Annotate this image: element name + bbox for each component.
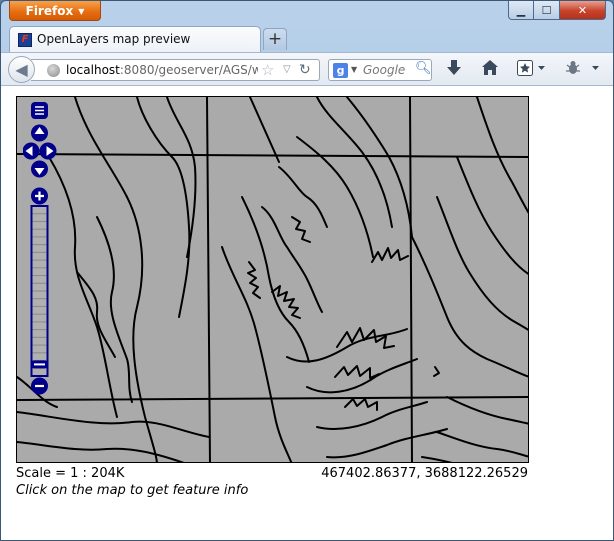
search-engine-dropdown-icon[interactable]: ▼: [351, 65, 357, 74]
globe-icon: [47, 64, 60, 77]
firefox-menu-button[interactable]: Firefox ▼: [9, 1, 101, 21]
zoom-slider-handle[interactable]: [30, 360, 49, 369]
zoom-in-button[interactable]: [31, 187, 48, 205]
star-icon[interactable]: ☆: [261, 61, 274, 79]
search-bar[interactable]: g ▼ Google 🔍︎: [328, 59, 432, 81]
search-engine-google-icon[interactable]: g: [333, 63, 348, 78]
bookmarks-menu-icon[interactable]: [517, 60, 547, 80]
map-controls: [23, 102, 57, 395]
browser-window: Firefox ▼ ▁ ☐ ✕ F OpenLayers map preview …: [0, 0, 614, 541]
layer-switcher-icon[interactable]: [31, 102, 48, 119]
feature-info-hint: Click on the map to get feature info: [16, 483, 249, 498]
geoserver-favicon-icon: F: [18, 33, 32, 47]
zoom-slider-track[interactable]: [30, 205, 49, 377]
reload-icon[interactable]: ↻: [299, 62, 311, 78]
new-tab-button[interactable]: +: [263, 28, 287, 50]
minimize-icon: ▁: [516, 3, 526, 17]
maximize-icon: ☐: [541, 3, 552, 17]
pan-west-button[interactable]: [23, 142, 40, 160]
contour-map-layer: [17, 97, 528, 462]
back-button[interactable]: ◀: [8, 56, 35, 83]
url-text[interactable]: localhost:8080/geoserver/AGS/wms?: [66, 63, 258, 77]
pan-south-button[interactable]: [31, 160, 48, 178]
zoom-out-button[interactable]: [31, 377, 48, 395]
tab-strip: F OpenLayers map preview +: [1, 25, 613, 52]
search-placeholder: Google: [363, 63, 406, 77]
pan-north-button[interactable]: [31, 124, 48, 142]
chevron-down-icon: ▼: [78, 7, 85, 16]
url-path: :8080/geoserver/AGS/wms?: [119, 63, 258, 77]
bug-icon[interactable]: [565, 60, 601, 80]
home-icon[interactable]: [482, 60, 498, 79]
title-bar: Firefox ▼ ▁ ☐ ✕: [1, 1, 613, 25]
url-history-dropdown-icon[interactable]: ▽: [283, 64, 291, 75]
pan-east-button[interactable]: [39, 142, 57, 160]
tab-title: OpenLayers map preview: [37, 32, 191, 46]
search-icon[interactable]: 🔍︎: [415, 61, 432, 76]
mouse-position-readout: 467402.86377, 3688122.26529: [321, 466, 528, 481]
firefox-menu-label: Firefox: [25, 4, 74, 18]
tab-openlayers-preview[interactable]: F OpenLayers map preview: [9, 26, 261, 52]
close-window-button[interactable]: ✕: [560, 1, 606, 20]
url-bar[interactable]: localhost:8080/geoserver/AGS/wms? ☆ ▽ ↻: [31, 59, 320, 81]
map-viewport[interactable]: [16, 96, 529, 463]
url-host: localhost: [66, 63, 120, 77]
close-icon: ✕: [577, 3, 588, 17]
maximize-button[interactable]: ☐: [534, 1, 560, 20]
arrow-left-icon: ◀: [15, 60, 28, 79]
navigation-toolbar: localhost:8080/geoserver/AGS/wms? ☆ ▽ ↻ …: [1, 52, 613, 86]
minimize-button[interactable]: ▁: [508, 1, 534, 20]
scale-indicator: Scale = 1 : 204K: [16, 466, 125, 481]
page-content: Scale = 1 : 204K 467402.86377, 3688122.2…: [1, 86, 613, 540]
download-arrow-icon[interactable]: [447, 60, 461, 80]
